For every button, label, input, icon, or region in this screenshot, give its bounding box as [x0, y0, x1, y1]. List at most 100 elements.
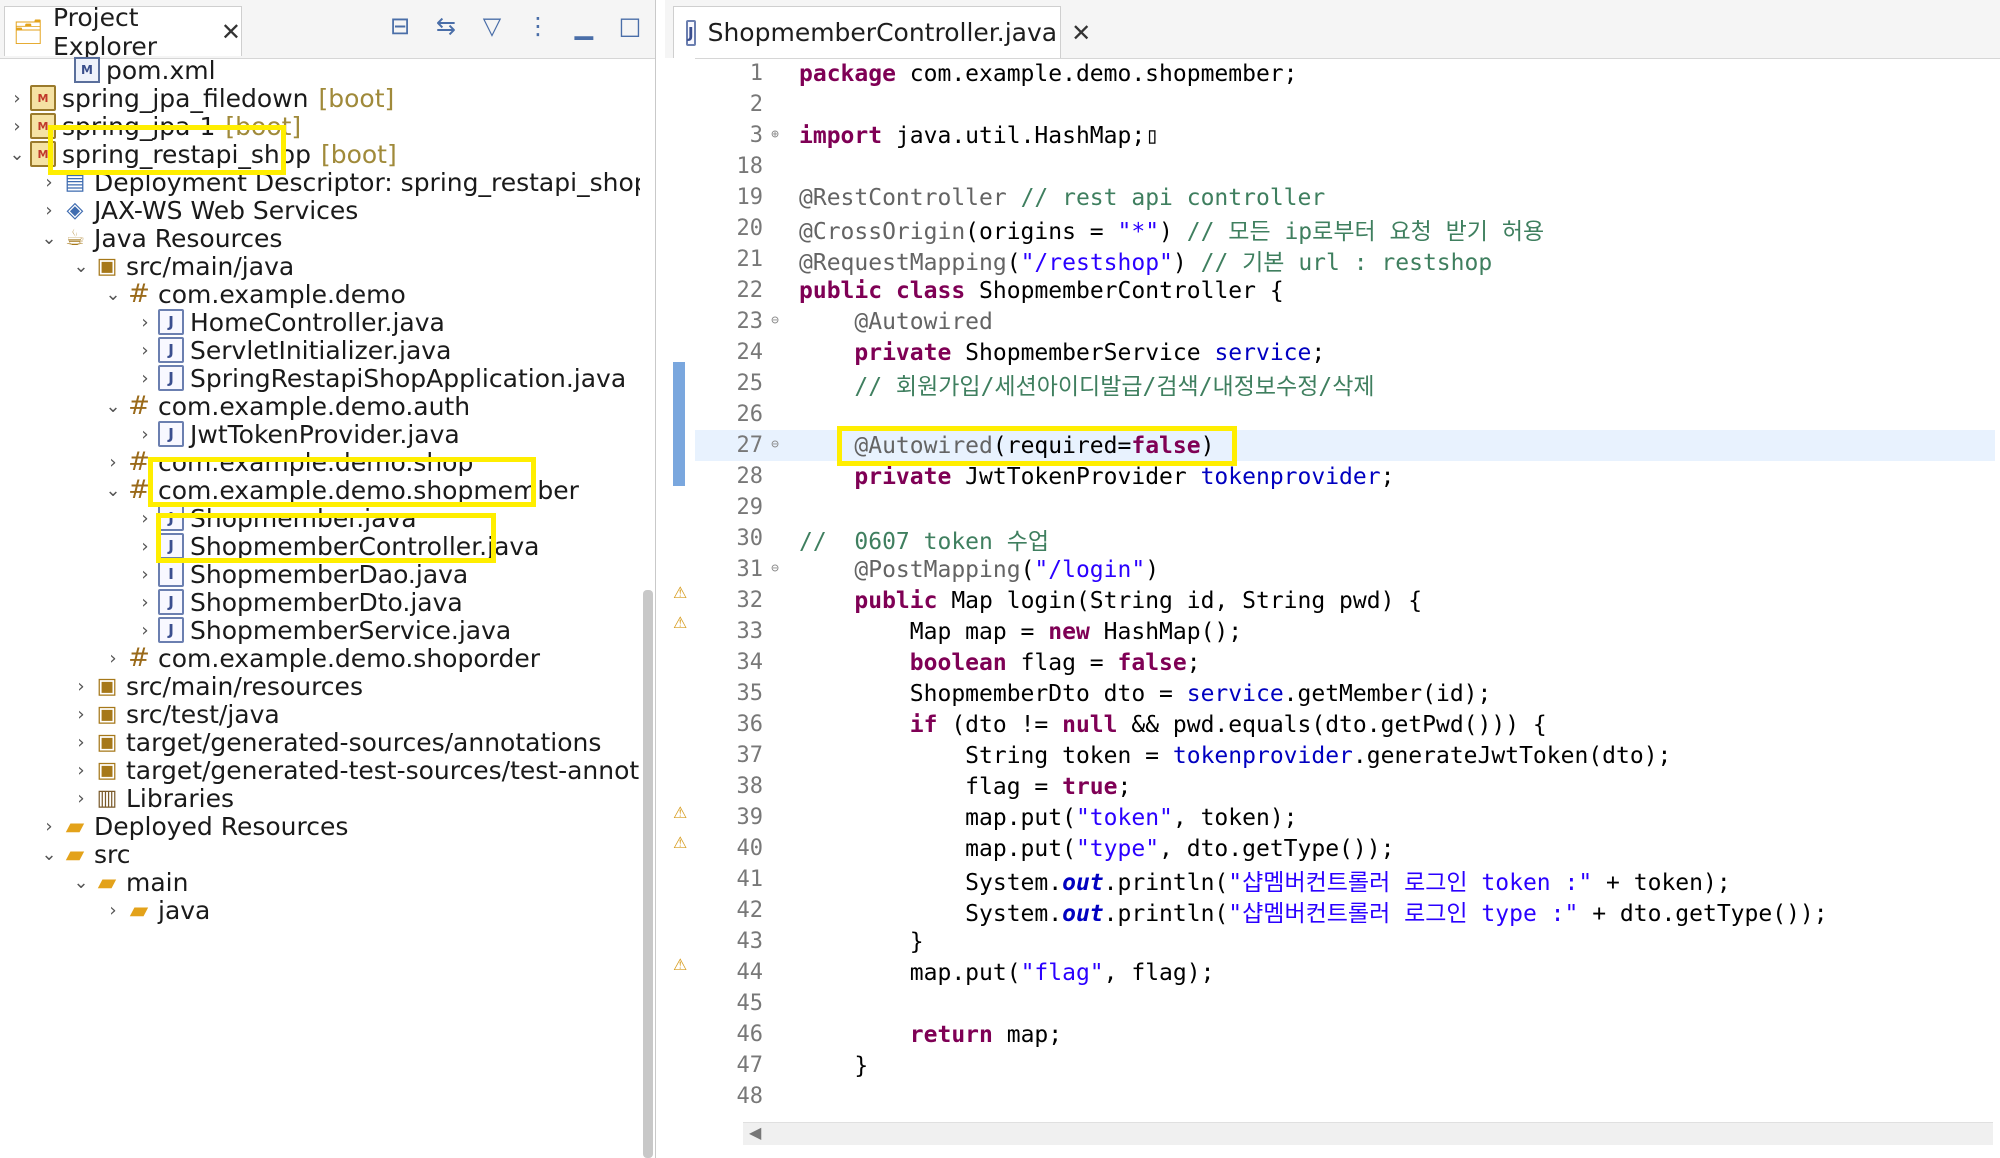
- chevron-right-icon[interactable]: ›: [134, 508, 156, 529]
- chevron-right-icon[interactable]: ›: [134, 312, 156, 333]
- chevron-down-icon[interactable]: ⌄: [70, 872, 92, 893]
- folder-icon: ▰: [129, 896, 149, 924]
- line-number: 22: [736, 278, 764, 303]
- chevron-right-icon[interactable]: ›: [6, 116, 28, 137]
- editor-tab-shopmembercontroller[interactable]: J ShopmemberController.java ✕: [673, 6, 1091, 58]
- line-number: 29: [736, 495, 764, 520]
- code-line: 34 boolean flag = false;: [695, 647, 1995, 678]
- code-line: 36 if (dto != null && pwd.equals(dto.get…: [695, 709, 1995, 740]
- chevron-right-icon[interactable]: ›: [6, 88, 28, 109]
- java-file-icon: J: [686, 19, 696, 46]
- chevron-right-icon[interactable]: ›: [70, 760, 92, 781]
- line-number: 2: [749, 92, 763, 117]
- code-line: 24 private ShopmemberService service;: [695, 337, 1995, 368]
- line-number: 27 ⊖: [736, 433, 780, 458]
- chevron-right-icon[interactable]: ›: [134, 620, 156, 641]
- fold-collapse-icon[interactable]: ⊖: [771, 561, 779, 576]
- line-number: 38: [736, 774, 764, 799]
- project-explorer-tab[interactable]: 🗂 Project Explorer ✕: [4, 3, 242, 61]
- fold-collapse-icon[interactable]: ⊖: [771, 437, 779, 452]
- filter-icon[interactable]: ▽: [479, 12, 505, 40]
- view-menu-icon[interactable]: ⋮: [525, 12, 551, 40]
- tree-item-label: Deployed Resources: [94, 811, 349, 841]
- chevron-right-icon[interactable]: ›: [134, 424, 156, 445]
- fold-expand-icon[interactable]: ⊕: [771, 127, 779, 142]
- line-number: 24: [736, 340, 764, 365]
- line-number: 30: [736, 526, 764, 551]
- warning-icon[interactable]: ⚠: [673, 584, 691, 602]
- code-line: 47 }: [695, 1050, 1995, 1081]
- code-line: 29: [695, 492, 1995, 523]
- line-number: 39: [736, 805, 764, 830]
- code-line: 32 public Map login(String id, String pw…: [695, 585, 1995, 616]
- close-icon[interactable]: ✕: [221, 18, 241, 46]
- maximize-icon[interactable]: □: [617, 12, 643, 40]
- minimize-icon[interactable]: ▁: [571, 12, 597, 40]
- code-line: 23 ⊖ @Autowired: [695, 306, 1995, 337]
- line-number: 46: [736, 1022, 764, 1047]
- chevron-right-icon[interactable]: ›: [134, 564, 156, 585]
- chevron-down-icon[interactable]: ⌄: [102, 396, 124, 417]
- warning-icon[interactable]: ⚠: [673, 804, 691, 822]
- chevron-down-icon[interactable]: ⌄: [102, 284, 124, 305]
- code-line: 22 public class ShopmemberController {: [695, 275, 1995, 306]
- chevron-right-icon[interactable]: ›: [70, 732, 92, 753]
- chevron-right-icon[interactable]: ›: [70, 676, 92, 697]
- chevron-down-icon[interactable]: ⌄: [38, 844, 60, 865]
- line-number: 19: [736, 185, 764, 210]
- chevron-right-icon[interactable]: ›: [38, 172, 60, 193]
- chevron-right-icon[interactable]: ›: [102, 900, 124, 921]
- line-number: 1: [749, 61, 763, 86]
- chevron-right-icon[interactable]: ›: [134, 592, 156, 613]
- scroll-left-icon[interactable]: ◀: [749, 1123, 761, 1142]
- line-number: 47: [736, 1053, 764, 1078]
- tree-item-java-folder[interactable]: › ▰ java: [0, 892, 210, 928]
- line-number: 45: [736, 991, 764, 1016]
- chevron-right-icon[interactable]: ›: [102, 452, 124, 473]
- explorer-scrollbar[interactable]: [643, 590, 653, 1158]
- line-number: 32: [736, 588, 764, 613]
- editor-tab-label: ShopmemberController.java: [707, 18, 1058, 47]
- code-line: 38 flag = true;: [695, 771, 1995, 802]
- chevron-right-icon[interactable]: ›: [134, 340, 156, 361]
- line-number: 26: [736, 402, 764, 427]
- chevron-right-icon[interactable]: ›: [38, 816, 60, 837]
- line-number: 36: [736, 712, 764, 737]
- line-number: 3 ⊕: [749, 123, 779, 148]
- chevron-right-icon[interactable]: ›: [38, 200, 60, 221]
- chevron-right-icon[interactable]: ›: [134, 368, 156, 389]
- fold-collapse-icon[interactable]: ⊖: [771, 313, 779, 328]
- line-number: 25: [736, 371, 764, 396]
- line-number: 37: [736, 743, 764, 768]
- editor-horizontal-scrollbar[interactable]: ◀: [743, 1122, 1993, 1145]
- line-number: 34: [736, 650, 764, 675]
- code-line: 37 String token = tokenprovider.generate…: [695, 740, 1995, 771]
- chevron-down-icon[interactable]: ⌄: [102, 480, 124, 501]
- chevron-right-icon[interactable]: ›: [70, 788, 92, 809]
- collapsed-imports-icon[interactable]: ▯: [1145, 123, 1159, 149]
- code-line: 46 return map;: [695, 1019, 1995, 1050]
- chevron-right-icon[interactable]: ›: [70, 704, 92, 725]
- warning-icon[interactable]: ⚠: [673, 614, 691, 632]
- chevron-down-icon[interactable]: ⌄: [70, 256, 92, 277]
- warning-icon[interactable]: ⚠: [673, 956, 691, 974]
- chevron-right-icon[interactable]: ›: [134, 536, 156, 557]
- chevron-down-icon[interactable]: ⌄: [38, 228, 60, 249]
- line-number: 28: [736, 464, 764, 489]
- editor-header: J ShopmemberController.java ✕: [665, 0, 2000, 59]
- link-with-editor-icon[interactable]: ⇆: [433, 12, 459, 40]
- line-number: 42: [736, 898, 764, 923]
- line-number: 35: [736, 681, 764, 706]
- warning-icon[interactable]: ⚠: [673, 834, 691, 852]
- chevron-down-icon[interactable]: ⌄: [6, 144, 28, 165]
- line-number: 41: [736, 867, 764, 892]
- chevron-right-icon[interactable]: ›: [102, 648, 124, 669]
- close-icon[interactable]: ✕: [1071, 19, 1091, 47]
- code-lines[interactable]: 1 package com.example.demo.shopmember; 2 …: [695, 58, 1995, 1118]
- code-line: 21 @RequestMapping("/restshop") // 기본 url…: [695, 244, 1995, 276]
- annotation-ruler: ⚠ ⚠ ⚠ ⚠ ⚠: [665, 58, 695, 1158]
- collapse-all-icon[interactable]: ⊟: [387, 12, 413, 40]
- project-explorer-header: 🗂 Project Explorer ✕ ⊟ ⇆ ▽ ⋮ ▁ □: [0, 0, 655, 61]
- code-line: 3 ⊕ import java.util.HashMap;▯: [695, 120, 1995, 151]
- line-number: 21: [736, 247, 764, 272]
